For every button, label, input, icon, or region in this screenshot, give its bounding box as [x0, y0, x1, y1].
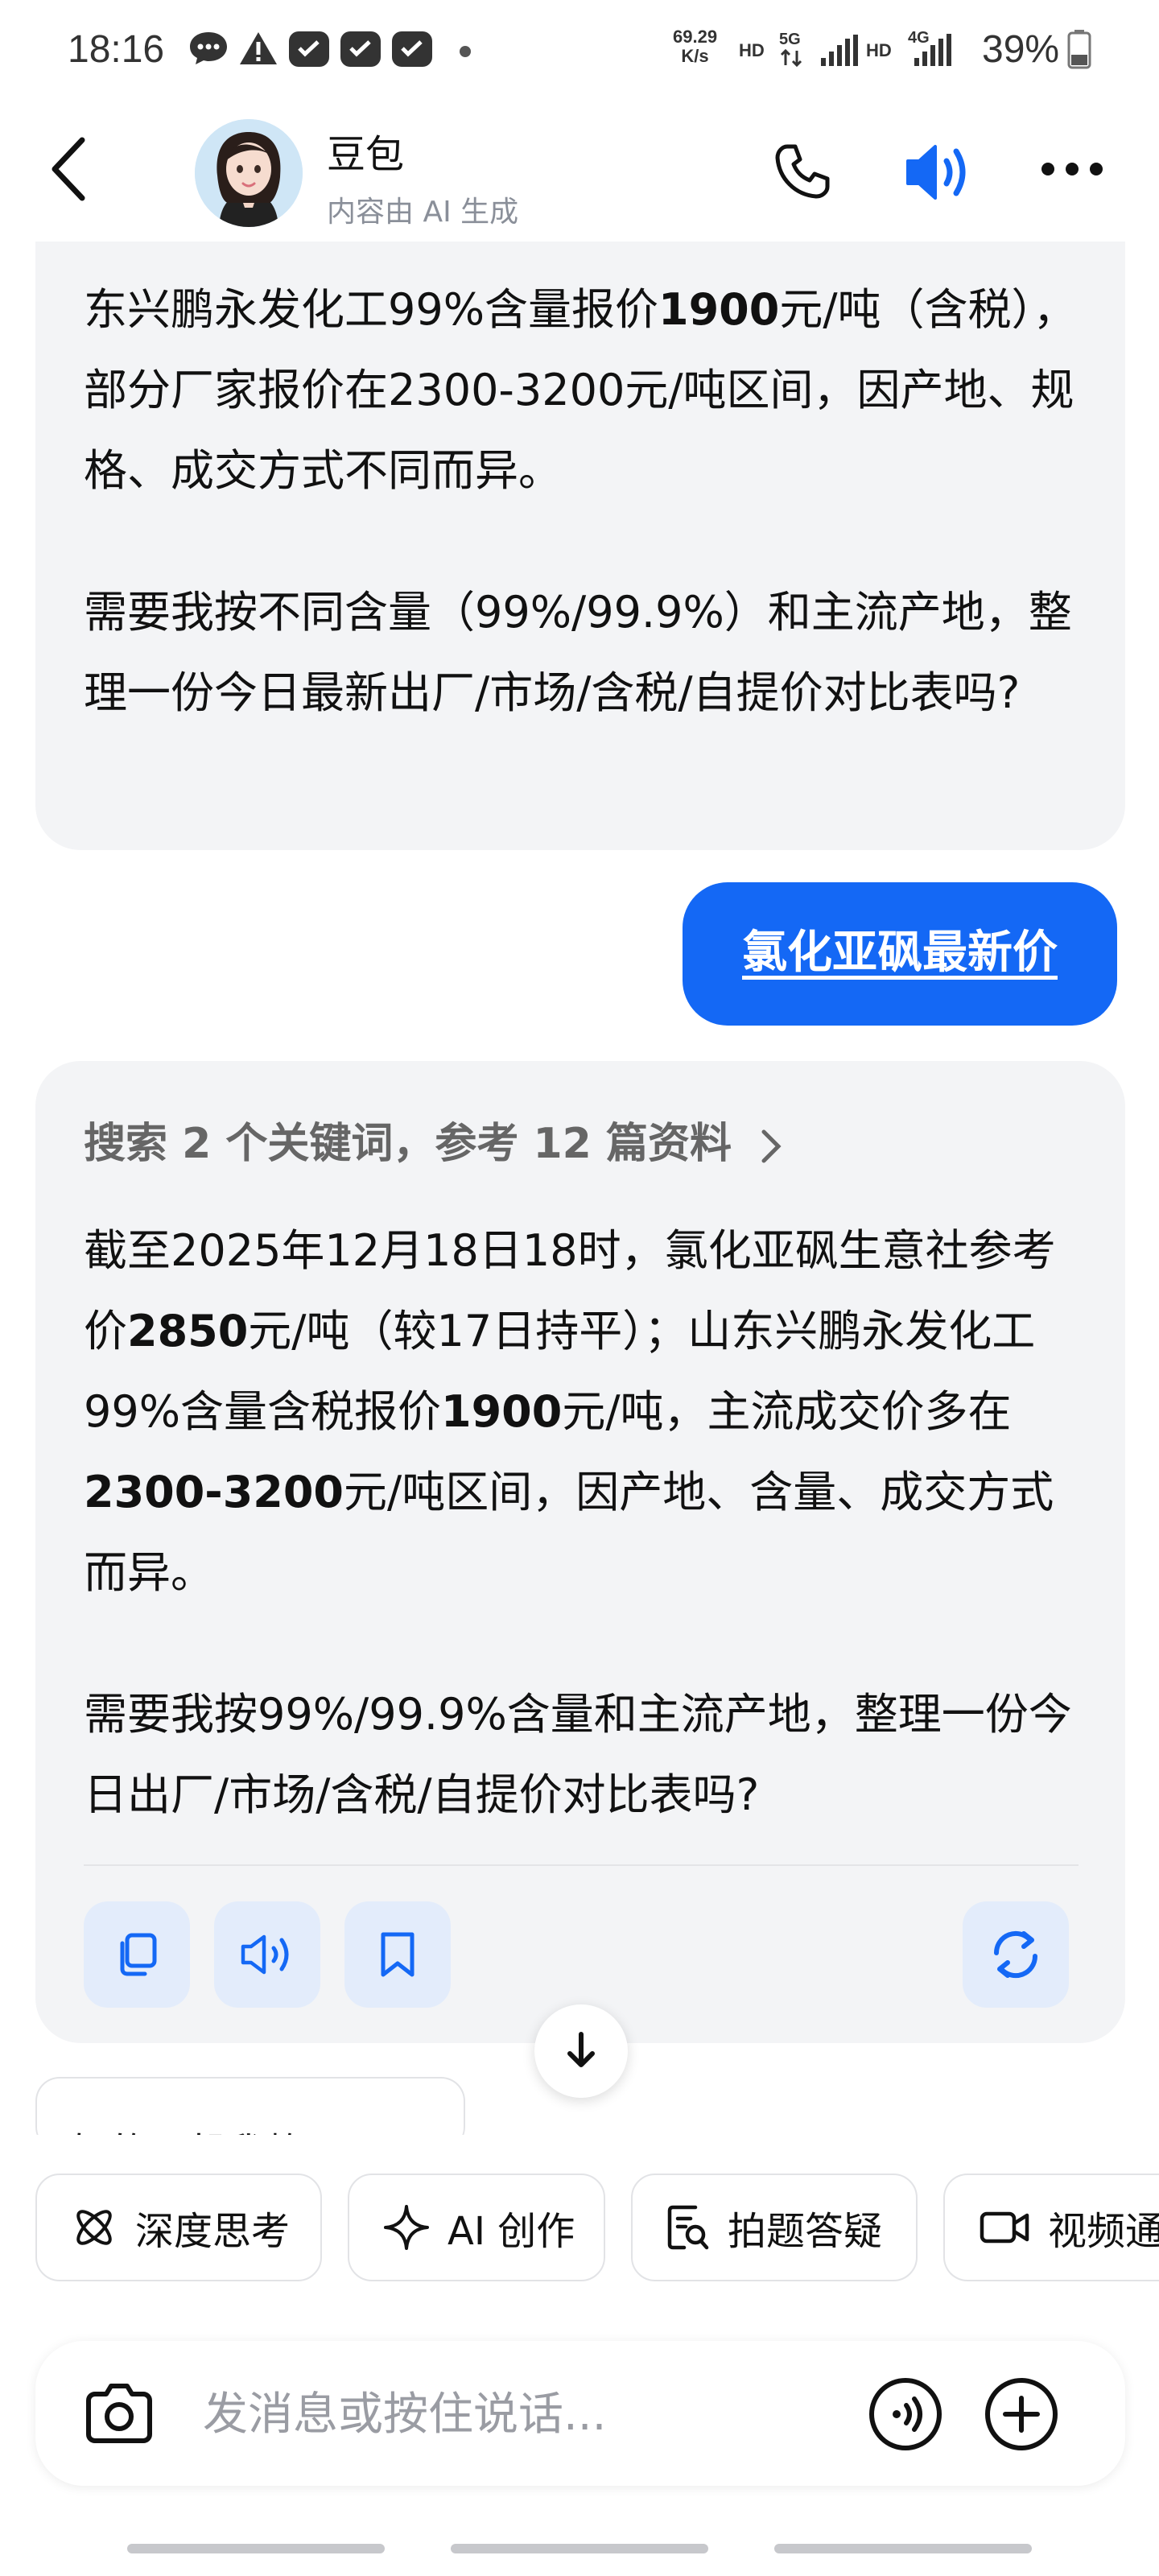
bookmark-button[interactable] — [344, 1901, 451, 2008]
copy-button[interactable] — [84, 1901, 190, 2008]
phone-icon[interactable] — [773, 142, 832, 201]
message-input[interactable]: 发消息或按住说话... — [203, 2378, 606, 2443]
bot-name: 豆包 — [327, 132, 405, 177]
divider — [84, 1864, 1079, 1866]
network-speed: 69.29 K/s — [673, 27, 718, 66]
sparkle-icon — [383, 2204, 430, 2251]
warning-icon — [238, 31, 278, 66]
refresh-icon — [988, 1929, 1043, 1980]
arrow-down-icon — [563, 2031, 599, 2071]
status-time: 18:16 — [68, 28, 165, 71]
message-icon — [188, 31, 229, 66]
add-button[interactable] — [984, 2376, 1059, 2452]
signal-icon — [819, 34, 860, 68]
battery-percentage: 39% — [982, 28, 1060, 71]
copy-icon — [113, 1930, 161, 1979]
app-notification-icon — [391, 31, 433, 68]
voice-wave-icon — [868, 2376, 943, 2452]
ai-message-text: 东兴鹏永发化工99%含量报价1900元/吨（含税），部分厂家报价在2300-32… — [84, 270, 1082, 733]
user-message-bubble: 氯化亚砜最新价 — [683, 882, 1117, 1026]
gesture-bar[interactable] — [127, 2544, 385, 2553]
photo-question-button[interactable]: 拍题答疑 — [631, 2174, 918, 2281]
atom-icon — [71, 2204, 118, 2251]
battery-icon — [1067, 29, 1091, 69]
message-paragraph: 需要我按99%/99.9%含量和主流产地，整理一份今日出厂/市场/含税/自提价对… — [84, 1689, 1072, 1820]
app-notification-icon — [288, 31, 330, 68]
more-notifications-dot — [459, 45, 472, 58]
avatar[interactable] — [195, 119, 303, 227]
video-icon — [979, 2207, 1030, 2248]
hd-label: HD — [739, 40, 765, 60]
voice-input-button[interactable] — [868, 2376, 943, 2452]
gesture-bar[interactable] — [451, 2544, 708, 2553]
photo-search-icon — [666, 2204, 710, 2251]
hd-label: HD — [866, 40, 892, 60]
plus-icon — [984, 2376, 1059, 2452]
message-paragraph: 需要我按不同含量（99%/99.9%）和主流产地，整理一份今日最新出厂/市场/含… — [84, 587, 1072, 718]
deep-thinking-button[interactable]: 深度思考 — [35, 2174, 322, 2281]
regenerate-button[interactable] — [963, 1901, 1069, 2008]
ai-create-button[interactable]: AI 创作 — [348, 2174, 605, 2281]
message-paragraph: 截至2025年12月18日18时，氯化亚砜生意社参考价2850元/吨（较17日持… — [84, 1225, 1056, 1598]
video-call-button[interactable]: 视频通 — [943, 2174, 1159, 2281]
scroll-to-bottom-button[interactable] — [534, 2004, 628, 2098]
speaker-icon — [238, 1930, 296, 1979]
ai-message-text: 截至2025年12月18日18时，氯化亚砜生意社参考价2850元/吨（较17日持… — [84, 1211, 1082, 1835]
bookmark-icon — [375, 1930, 420, 1979]
search-reference-link[interactable]: 搜索 2 个关键词，参考 12 篇资料 — [84, 1109, 782, 1170]
more-icon[interactable] — [1038, 158, 1106, 180]
app-notification-icon — [340, 31, 382, 68]
camera-icon[interactable] — [80, 2375, 158, 2452]
speaker-icon[interactable] — [903, 138, 974, 206]
back-icon[interactable] — [47, 135, 95, 203]
read-aloud-button[interactable] — [214, 1901, 320, 2008]
5g-indicator: 5G — [779, 31, 803, 67]
message-paragraph: 东兴鹏永发化工99%含量报价1900元/吨（含税），部分厂家报价在2300-32… — [84, 284, 1077, 496]
gesture-bar[interactable] — [774, 2544, 1032, 2553]
signal-4g-icon: 4G — [908, 29, 953, 68]
user-message-text[interactable]: 氯化亚砜最新价 — [683, 918, 1117, 989]
ai-generated-notice: 内容由 AI 生成 — [327, 196, 519, 229]
chevron-right-icon — [761, 1129, 782, 1164]
